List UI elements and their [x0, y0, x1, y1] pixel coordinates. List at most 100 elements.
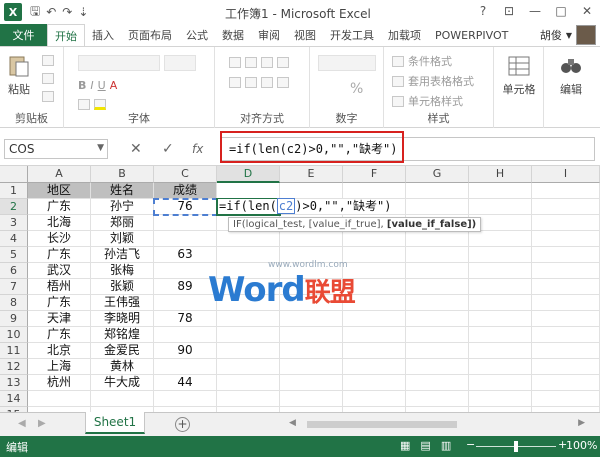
- cell[interactable]: [406, 183, 469, 199]
- horizontal-scrollbar[interactable]: ◀ ▶: [285, 418, 585, 430]
- minimize-button[interactable]: —: [522, 0, 548, 22]
- help-button[interactable]: ?: [470, 0, 496, 22]
- cell[interactable]: 王伟强: [91, 295, 154, 311]
- cell[interactable]: 孙洁飞: [91, 247, 154, 263]
- cell[interactable]: [28, 391, 91, 407]
- undo-icon[interactable]: ↶: [46, 5, 56, 19]
- column-header-a[interactable]: A: [28, 166, 91, 183]
- border-icon[interactable]: [78, 99, 90, 110]
- insert-function-button[interactable]: fx: [192, 142, 203, 156]
- cell[interactable]: [469, 375, 532, 391]
- align-right-icon[interactable]: [261, 77, 273, 88]
- cell[interactable]: [217, 391, 280, 407]
- column-header-h[interactable]: H: [469, 166, 532, 183]
- tab-review[interactable]: 审阅: [251, 24, 287, 46]
- cell[interactable]: 姓名: [91, 183, 154, 199]
- cell[interactable]: [532, 183, 600, 199]
- cell[interactable]: 郑丽: [91, 215, 154, 231]
- page-layout-view-icon[interactable]: ▤: [420, 439, 430, 452]
- name-box[interactable]: COS ▼: [4, 139, 108, 159]
- cell[interactable]: [406, 263, 469, 279]
- cell[interactable]: 李晓明: [91, 311, 154, 327]
- cell[interactable]: 44: [154, 375, 217, 391]
- row-header-4[interactable]: 4: [0, 231, 28, 247]
- cell[interactable]: 广东: [28, 295, 91, 311]
- normal-view-icon[interactable]: ▦: [400, 439, 410, 452]
- cell[interactable]: [154, 327, 217, 343]
- cell[interactable]: [406, 247, 469, 263]
- cell[interactable]: 张颖: [91, 279, 154, 295]
- cell[interactable]: [469, 359, 532, 375]
- cell[interactable]: 90: [154, 343, 217, 359]
- cell[interactable]: [343, 359, 406, 375]
- row-header-10[interactable]: 10: [0, 327, 28, 343]
- add-sheet-button[interactable]: +: [175, 417, 190, 432]
- save-icon[interactable]: 🖫: [30, 2, 40, 23]
- font-name-select[interactable]: [78, 55, 160, 71]
- cell[interactable]: [469, 183, 532, 199]
- cell[interactable]: [406, 199, 469, 215]
- ribbon-display-icon[interactable]: ⊡: [496, 0, 522, 22]
- cell[interactable]: [343, 327, 406, 343]
- cancel-button[interactable]: ✕: [130, 141, 142, 157]
- merge-icon[interactable]: [277, 77, 289, 88]
- row-header-12[interactable]: 12: [0, 359, 28, 375]
- avatar[interactable]: [576, 25, 596, 45]
- row-header-3[interactable]: 3: [0, 215, 28, 231]
- tab-page-layout[interactable]: 页面布局: [121, 24, 179, 46]
- tab-home[interactable]: 开始: [47, 24, 85, 46]
- cell[interactable]: [217, 359, 280, 375]
- zoom-slider-thumb[interactable]: [514, 441, 518, 452]
- font-color-icon[interactable]: A: [110, 79, 118, 92]
- cell[interactable]: [469, 231, 532, 247]
- align-middle-icon[interactable]: [245, 57, 257, 68]
- cell[interactable]: 刘颖: [91, 231, 154, 247]
- cell[interactable]: [280, 311, 343, 327]
- cell[interactable]: [343, 247, 406, 263]
- cells-button[interactable]: 单元格: [500, 53, 538, 97]
- cell[interactable]: [469, 391, 532, 407]
- align-top-icon[interactable]: [229, 57, 241, 68]
- column-header-d[interactable]: D: [217, 166, 280, 183]
- cell[interactable]: [532, 343, 600, 359]
- cell[interactable]: [532, 359, 600, 375]
- cell[interactable]: 63: [154, 247, 217, 263]
- chevron-down-icon[interactable]: ▼: [566, 31, 572, 40]
- cell[interactable]: [406, 343, 469, 359]
- cell[interactable]: [532, 375, 600, 391]
- cell[interactable]: 78: [154, 311, 217, 327]
- cell[interactable]: [406, 231, 469, 247]
- cell[interactable]: 广东: [28, 199, 91, 215]
- align-left-icon[interactable]: [229, 77, 241, 88]
- column-header-g[interactable]: G: [406, 166, 469, 183]
- cell[interactable]: [532, 215, 600, 231]
- cell[interactable]: [217, 311, 280, 327]
- scroll-thumb[interactable]: [307, 421, 457, 428]
- bold-icon[interactable]: B: [78, 79, 86, 92]
- cell[interactable]: [469, 263, 532, 279]
- cell[interactable]: [532, 199, 600, 215]
- cell[interactable]: [154, 231, 217, 247]
- fill-color-icon[interactable]: [94, 99, 106, 110]
- conditional-format-button[interactable]: 条件格式: [392, 53, 452, 69]
- cell[interactable]: [343, 183, 406, 199]
- cell[interactable]: 成绩: [154, 183, 217, 199]
- paste-button[interactable]: 粘贴: [6, 53, 32, 97]
- cell[interactable]: [343, 391, 406, 407]
- cell[interactable]: [406, 327, 469, 343]
- customize-qat-icon[interactable]: ⇣: [78, 5, 88, 19]
- cell[interactable]: [280, 231, 343, 247]
- sheet-tab-sheet1[interactable]: Sheet1: [85, 412, 145, 434]
- cell[interactable]: [532, 231, 600, 247]
- row-header-6[interactable]: 6: [0, 263, 28, 279]
- cell[interactable]: [343, 311, 406, 327]
- zoom-out-icon[interactable]: −: [466, 438, 475, 451]
- cell[interactable]: 长沙: [28, 231, 91, 247]
- scroll-left-icon[interactable]: ◀: [289, 418, 296, 428]
- tab-powerpivot[interactable]: POWERPIVOT: [428, 24, 515, 46]
- cell[interactable]: [280, 183, 343, 199]
- cell[interactable]: 上海: [28, 359, 91, 375]
- cell[interactable]: [406, 311, 469, 327]
- cell[interactable]: 孙宁: [91, 199, 154, 215]
- cell[interactable]: [469, 295, 532, 311]
